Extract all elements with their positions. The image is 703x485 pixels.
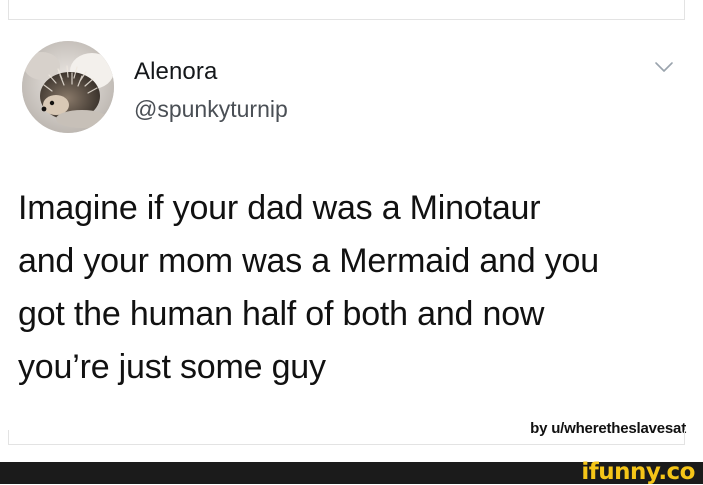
bottom-divider-tick-left	[8, 430, 9, 445]
tweet-text-line: Imagine if your dad was a Minotaur	[18, 189, 541, 227]
bottom-divider	[8, 444, 685, 445]
tweet-text-line: you’re just some guy	[18, 348, 326, 386]
top-divider-tick-left	[8, 0, 9, 20]
author-handle[interactable]: @spunkyturnip	[134, 96, 288, 123]
avatar[interactable]	[22, 41, 114, 133]
tweet-text-line: and your mom was a Mermaid and you	[18, 242, 599, 280]
tweet-text: Imagine if your dad was a Minotaur and y…	[18, 182, 690, 394]
chevron-down-icon	[655, 62, 673, 72]
bottom-divider-tick-right	[684, 430, 685, 445]
tweet-text-line: got the human half of both and now	[18, 295, 545, 333]
author-name[interactable]: Alenora	[134, 58, 217, 86]
hedgehog-photo-icon	[22, 41, 114, 133]
tweet-menu-button[interactable]	[654, 60, 674, 74]
top-divider-tick-right	[684, 0, 685, 20]
brand-watermark: ifunny.co	[581, 459, 695, 485]
top-divider	[8, 19, 685, 20]
credit-label: by u/wheretheslavesat	[530, 420, 686, 437]
